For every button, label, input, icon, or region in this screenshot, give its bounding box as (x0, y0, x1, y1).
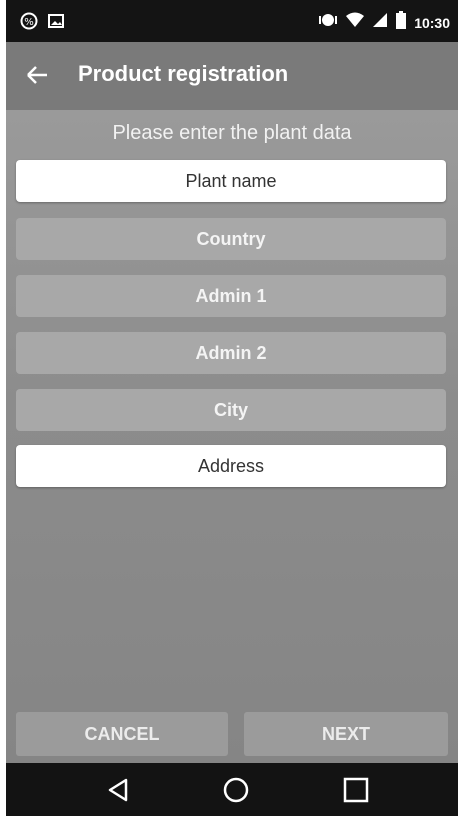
next-button[interactable]: NEXT (244, 712, 448, 756)
image-icon (48, 13, 64, 34)
data-saver-icon: % (20, 12, 38, 35)
city-label: City (213, 399, 248, 420)
vibrate-icon (318, 11, 338, 34)
page-title: Product registration (78, 61, 289, 86)
status-time: 10:30 (414, 14, 450, 31)
svg-text:%: % (24, 17, 34, 28)
city-field[interactable]: City (16, 389, 446, 431)
home-circle-icon[interactable] (221, 775, 251, 805)
address-field[interactable]: Address (16, 445, 446, 487)
cancel-button[interactable]: CANCEL (16, 712, 228, 756)
next-label: NEXT (321, 723, 370, 744)
country-field[interactable]: Country (16, 218, 446, 260)
phone-screen: % 10:30 Product registration Please ente… (6, 0, 458, 816)
plant-name-field[interactable]: Plant name (16, 160, 446, 202)
country-label: Country (196, 228, 266, 249)
admin1-field[interactable]: Admin 1 (16, 275, 446, 317)
signal-icon (372, 12, 388, 33)
form-prompt: Please enter the plant data (112, 122, 352, 144)
admin2-label: Admin 2 (195, 342, 267, 363)
arrow-left-icon[interactable] (24, 62, 50, 88)
form-area: Please enter the plant data Plant name C… (6, 110, 458, 763)
recents-square-icon[interactable] (341, 775, 371, 805)
system-nav-bar (6, 763, 458, 816)
wifi-icon (346, 12, 365, 33)
admin2-field[interactable]: Admin 2 (16, 332, 446, 374)
plant-name-label: Plant name (185, 170, 277, 191)
back-triangle-icon[interactable] (104, 775, 134, 805)
admin1-label: Admin 1 (195, 285, 267, 306)
status-bar: % 10:30 (6, 0, 458, 42)
app-bar: Product registration (6, 42, 458, 110)
address-label: Address (197, 455, 265, 476)
cancel-label: CANCEL (84, 723, 160, 744)
battery-icon (396, 11, 407, 34)
